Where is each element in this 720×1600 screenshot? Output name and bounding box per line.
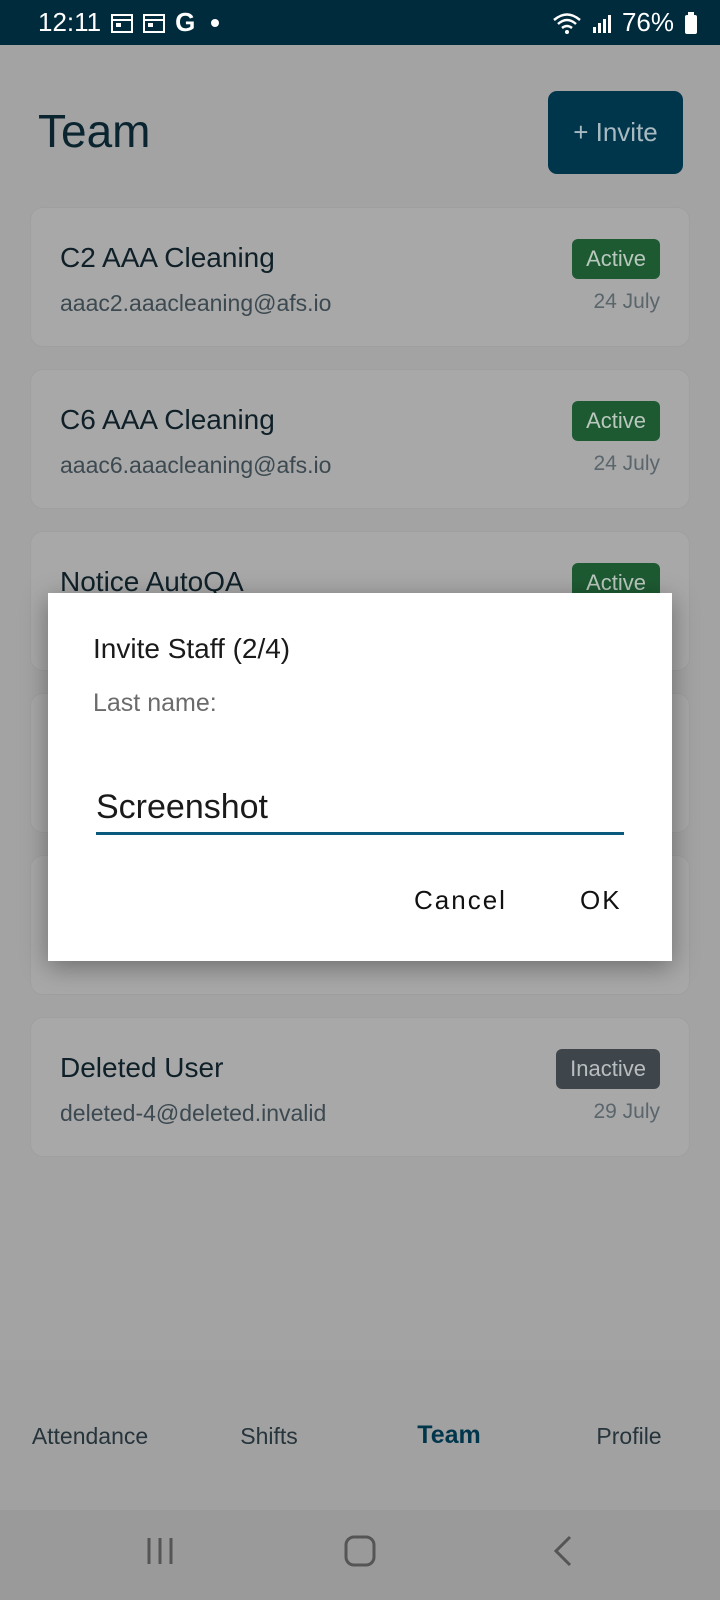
dot-icon: [211, 18, 220, 27]
bottom-nav: Attendance Shifts Team Profile: [0, 1360, 720, 1510]
home-icon[interactable]: [344, 1535, 376, 1572]
dialog-title: Invite Staff (2/4): [93, 633, 291, 664]
member-name: C6 AAA Cleaning: [60, 404, 275, 435]
calendar-icon: [111, 13, 134, 33]
nav-attendance[interactable]: Attendance: [32, 1423, 148, 1450]
google-icon: G: [175, 7, 196, 37]
status-left: 12:11 G: [38, 7, 220, 38]
invite-staff-dialog: Invite Staff (2/4) Last name: Cancel OK: [48, 593, 672, 961]
member-card[interactable]: C2 AAA Cleaning Active aaac2.aaacleaning…: [31, 208, 689, 346]
dialog-field-label: Last name:: [93, 689, 217, 717]
nav-team[interactable]: Team: [417, 1421, 480, 1450]
calendar-icon: [143, 13, 166, 33]
member-email: aaac6.aaacleaning@afs.io: [60, 452, 332, 478]
system-nav-bar: [0, 1510, 720, 1600]
ok-button[interactable]: OK: [580, 885, 622, 916]
page-title: Team: [38, 105, 151, 157]
cancel-button[interactable]: Cancel: [414, 885, 507, 916]
member-date: 24 July: [593, 452, 660, 475]
member-card[interactable]: Deleted User Inactive deleted-4@deleted.…: [31, 1018, 689, 1156]
last-name-input[interactable]: [96, 783, 624, 835]
nav-profile[interactable]: Profile: [596, 1423, 661, 1450]
recents-icon[interactable]: [145, 1535, 175, 1572]
invite-button[interactable]: + Invite: [548, 91, 683, 174]
member-date: 24 July: [593, 290, 660, 313]
member-date: 29 July: [593, 1100, 660, 1123]
battery-percent: 76%: [621, 7, 674, 37]
status-badge: Active: [572, 401, 660, 441]
member-name: C2 AAA Cleaning: [60, 242, 275, 273]
status-right: 76%: [552, 7, 698, 38]
status-badge: Active: [572, 239, 660, 279]
status-badge: Inactive: [556, 1049, 660, 1089]
back-icon[interactable]: [552, 1535, 574, 1572]
wifi-icon: [552, 12, 582, 34]
clock: 12:11: [38, 7, 102, 37]
member-name: Deleted User: [60, 1052, 224, 1083]
battery-icon: [684, 11, 698, 34]
status-bar: 12:11 G 76%: [0, 0, 720, 45]
signal-icon: [592, 13, 612, 33]
nav-shifts[interactable]: Shifts: [240, 1423, 298, 1450]
member-card[interactable]: C6 AAA Cleaning Active aaac6.aaacleaning…: [31, 370, 689, 508]
member-email: aaac2.aaacleaning@afs.io: [60, 290, 332, 316]
member-email: deleted-4@deleted.invalid: [60, 1100, 327, 1126]
